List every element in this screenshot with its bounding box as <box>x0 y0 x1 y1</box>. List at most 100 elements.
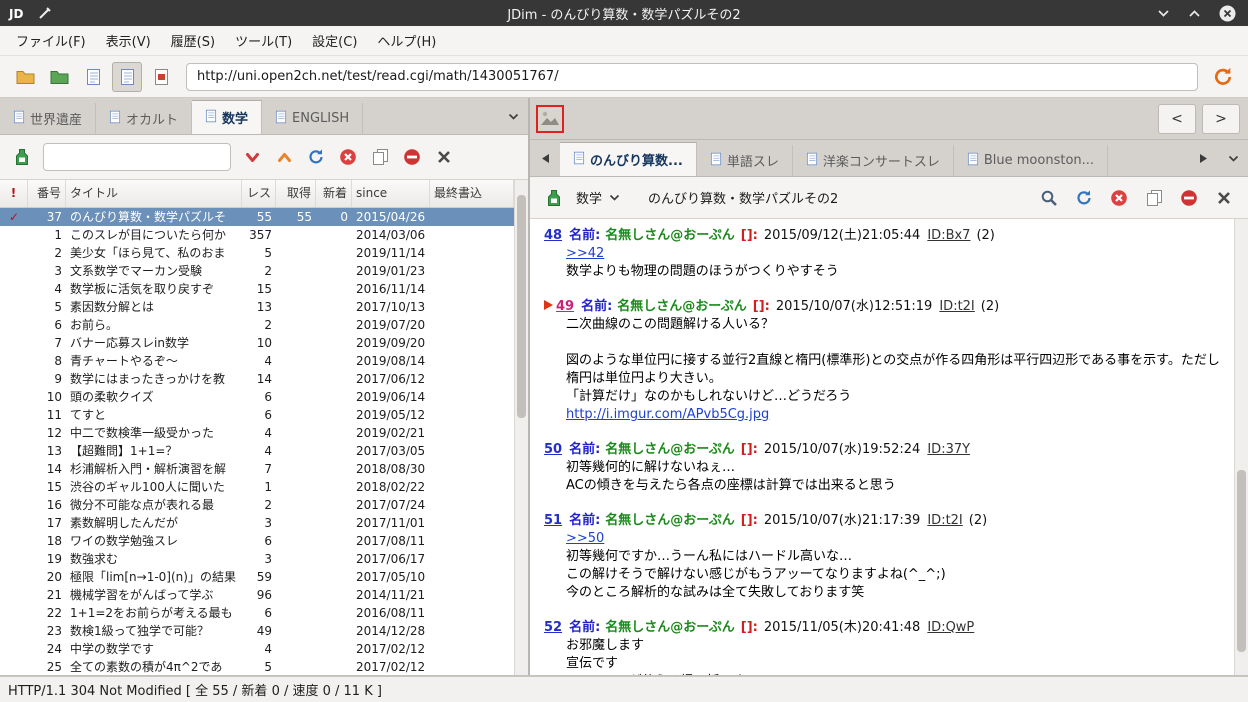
table-row[interactable]: 15 渋谷のギャル100人に聞いた 1 2018/02/22 <box>0 478 514 496</box>
column-header-got[interactable]: 取得 <box>276 180 316 207</box>
board-list-scrollbar[interactable] <box>514 180 528 675</box>
table-row[interactable]: 10 頭の柔軟クイズ 6 2019/06/14 <box>0 388 514 406</box>
image-view-button[interactable] <box>146 62 176 92</box>
table-row[interactable]: 16 微分不可能な点が表れる最 2 2017/07/24 <box>0 496 514 514</box>
post-id-link[interactable]: ID:t2I <box>927 513 962 528</box>
thread-scrollbar[interactable] <box>1234 219 1248 675</box>
table-row[interactable]: 19 数強求む 3 2017/06/17 <box>0 550 514 568</box>
column-header-last[interactable]: 最終書込 <box>430 180 514 207</box>
post-id-link[interactable]: ID:t2I <box>939 299 974 314</box>
table-row[interactable]: 1 このスレが目についたら何か 357 2014/03/06 <box>0 226 514 244</box>
post-number-link[interactable]: 51 <box>544 513 562 528</box>
search-down-button[interactable] <box>238 143 266 171</box>
favorites-folder-button[interactable] <box>44 62 74 92</box>
stop-button[interactable] <box>334 143 362 171</box>
board-search-input[interactable] <box>43 143 231 171</box>
table-row[interactable]: 9 数学にはまったきっかけを教 14 2017/06/12 <box>0 370 514 388</box>
abone-button[interactable] <box>398 143 426 171</box>
close-button[interactable] <box>1210 184 1238 212</box>
table-row[interactable]: 3 文系数学でマーカン受験 2 2019/01/23 <box>0 262 514 280</box>
table-row[interactable]: 17 素数解明したんだが 3 2017/11/01 <box>0 514 514 532</box>
table-row[interactable]: 12 中二で数検準一級受かった 4 2019/02/21 <box>0 424 514 442</box>
table-row[interactable]: 14 杉浦解析入門・解析演習を解 7 2018/08/30 <box>0 460 514 478</box>
board-list-scrollbar-thumb[interactable] <box>517 194 526 418</box>
table-row[interactable]: 8 青チャートやるぞ〜 4 2019/08/14 <box>0 352 514 370</box>
next-view-button[interactable]: > <box>1202 103 1240 134</box>
table-row[interactable]: 7 バナー応募スレin数学 10 2019/09/20 <box>0 334 514 352</box>
column-header-mark[interactable]: ! <box>0 180 28 207</box>
thread-tab-list-button[interactable] <box>1218 143 1248 173</box>
board-tab-2[interactable]: 数学 <box>192 100 263 134</box>
board-tab-1[interactable]: オカルト <box>96 103 193 134</box>
table-row[interactable]: 24 中学の数学です 4 2017/02/12 <box>0 640 514 658</box>
post-number-link[interactable]: 49 <box>556 299 574 314</box>
board-tab-list-button[interactable] <box>498 101 528 131</box>
table-row[interactable]: 11 てすと 6 2019/05/12 <box>0 406 514 424</box>
thread-list-header[interactable]: ! 番号 タイトル レス 取得 新着 since 最終書込 <box>0 180 528 208</box>
table-row[interactable]: 25 全ての素数の積が4π^2であ 5 2017/02/12 <box>0 658 514 675</box>
boards-folder-button[interactable] <box>10 62 40 92</box>
table-row[interactable]: 13 【超難問】1+1=？ 4 2017/03/05 <box>0 442 514 460</box>
board-select-dropdown[interactable]: 数学 <box>568 185 628 210</box>
abone-button[interactable] <box>1175 184 1203 212</box>
board-view-button[interactable] <box>78 62 108 92</box>
thread-tab-2[interactable]: 洋楽コンサートスレ <box>792 145 954 176</box>
prev-view-button[interactable]: < <box>1158 103 1196 134</box>
table-row[interactable]: 21 機械学習をがんばって学ぶ 96 2014/11/21 <box>0 586 514 604</box>
minimize-button[interactable] <box>1157 9 1170 18</box>
board-tab-3[interactable]: ENGLISH <box>262 103 364 134</box>
post-number-link[interactable]: 52 <box>544 620 562 635</box>
post-link[interactable]: >>50 <box>566 531 604 546</box>
image-thumbnail-icon[interactable] <box>536 104 564 133</box>
table-row[interactable]: 4 数学板に活気を取り戻すぞ 15 2016/11/14 <box>0 280 514 298</box>
url-input[interactable] <box>186 62 1198 91</box>
thread-scrollbar-thumb[interactable] <box>1237 469 1246 653</box>
write-post-button[interactable] <box>540 184 568 212</box>
menu-item-3[interactable]: ツール(T) <box>225 26 302 55</box>
maximize-button[interactable] <box>1188 9 1201 18</box>
reload-button[interactable] <box>1070 184 1098 212</box>
table-row[interactable]: 23 数検1級って独学で可能？ 49 2014/12/28 <box>0 622 514 640</box>
copy-button[interactable] <box>366 143 394 171</box>
post-link[interactable]: http://i.imgur.com/APvb5Cg.jpg <box>566 407 769 422</box>
table-row[interactable]: 22 1+1=2をお前らが考える最も 6 2016/08/11 <box>0 604 514 622</box>
thread-tab-3[interactable]: Blue moonston... <box>953 145 1109 176</box>
menu-item-2[interactable]: 履歴(S) <box>161 26 225 55</box>
stop-button[interactable] <box>1105 184 1133 212</box>
thread-tab-0[interactable]: のんびり算数... <box>560 142 697 176</box>
post-number-link[interactable]: 50 <box>544 442 562 457</box>
column-header-neu[interactable]: 新着 <box>316 180 352 207</box>
table-row[interactable]: 2 美少女「ほら見て、私のおま 5 2019/11/14 <box>0 244 514 262</box>
column-header-title[interactable]: タイトル <box>66 180 242 207</box>
table-row[interactable]: 20 極限「lim[n→1-0](n)」の結果 59 2017/05/10 <box>0 568 514 586</box>
table-row[interactable]: 6 お前ら。 2 2019/07/20 <box>0 316 514 334</box>
thread-view-button[interactable] <box>112 61 142 92</box>
menu-item-0[interactable]: ファイル(F) <box>6 26 96 55</box>
post-id-link[interactable]: ID:QwP <box>927 620 974 635</box>
copy-button[interactable] <box>1140 184 1168 212</box>
close-button[interactable] <box>430 143 458 171</box>
column-header-res[interactable]: レス <box>242 180 276 207</box>
close-button[interactable] <box>1219 5 1236 22</box>
column-header-since[interactable]: since <box>352 180 430 207</box>
search-up-button[interactable] <box>270 143 298 171</box>
scroll-tabs-right-button[interactable] <box>1188 143 1218 173</box>
reload-button[interactable] <box>302 143 330 171</box>
table-row[interactable]: 18 ワイの数学勉強スレ 6 2017/08/11 <box>0 532 514 550</box>
menu-item-1[interactable]: 表示(V) <box>96 26 161 55</box>
menu-item-4[interactable]: 設定(C) <box>302 26 367 55</box>
post-id-link[interactable]: ID:Bx7 <box>927 228 970 243</box>
column-header-num[interactable]: 番号 <box>28 180 66 207</box>
post-id-link[interactable]: ID:37Y <box>927 442 970 457</box>
url-reload-button[interactable] <box>1208 62 1238 92</box>
post-link[interactable]: >>42 <box>566 246 604 261</box>
post-number-link[interactable]: 48 <box>544 228 562 243</box>
menu-item-5[interactable]: ヘルプ(H) <box>367 26 446 55</box>
search-button[interactable] <box>1035 184 1063 212</box>
table-row[interactable]: 5 素因数分解とは 13 2017/10/13 <box>0 298 514 316</box>
thread-tab-1[interactable]: 単語スレ <box>696 145 793 176</box>
table-row[interactable]: ✓ 37 のんびり算数・数学パズルそ 55 55 0 2015/04/26 <box>0 208 514 226</box>
board-tab-0[interactable]: 世界遺産 <box>0 103 97 134</box>
scroll-tabs-left-button[interactable] <box>530 143 560 173</box>
write-thread-button[interactable] <box>8 143 36 171</box>
